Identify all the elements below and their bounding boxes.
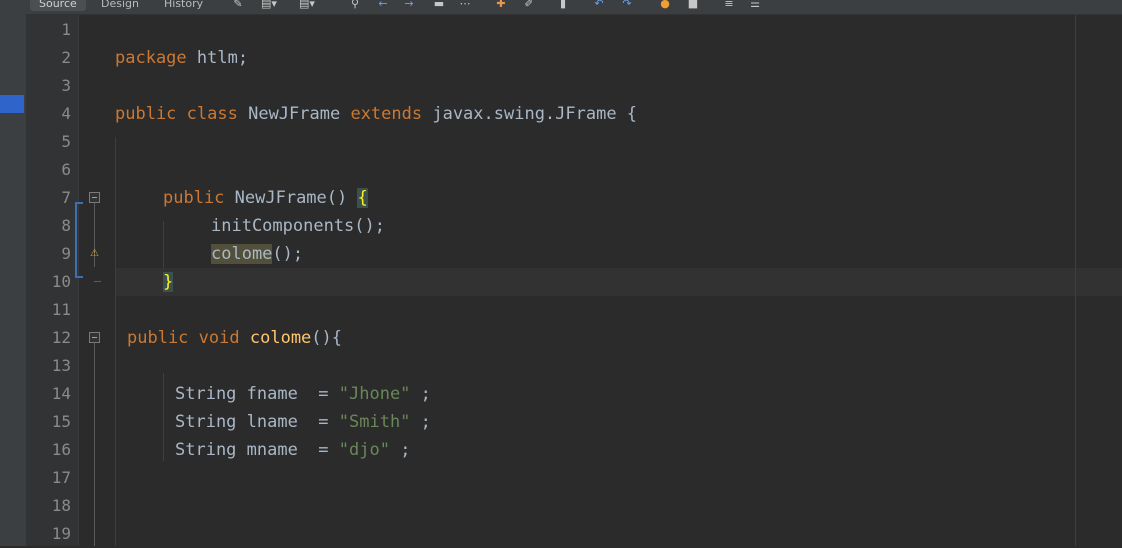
keyword: extends (350, 104, 423, 124)
code-line-8: initComponents(); (211, 212, 385, 240)
code-line-12: public void colome(){ (127, 324, 342, 352)
line-number: 3 (61, 76, 71, 95)
code-text: initComponents(); (211, 216, 385, 236)
code-line-7: public NewJFrame() { (163, 184, 368, 212)
code-text: ; (389, 440, 411, 460)
line-number: 9 (61, 244, 71, 263)
find-previous-icon[interactable]: ← (376, 0, 390, 10)
line-number: 4 (61, 104, 71, 123)
line-number: 8 (61, 216, 71, 235)
keyword: public (127, 328, 189, 348)
string-literal: "djo" (338, 440, 390, 460)
string-literal: "Smith" (338, 412, 411, 432)
line-number: 13 (51, 356, 71, 375)
code-text: (); (272, 244, 304, 264)
tab-source[interactable]: Source (30, 0, 86, 11)
code-text: htlm; (186, 48, 249, 68)
indent-guide (163, 373, 164, 461)
line-number: 18 (51, 496, 71, 515)
code-editor[interactable]: package htlm; public class NewJFrame ext… (78, 15, 1122, 546)
list-icon[interactable]: ☰ (748, 0, 762, 10)
comment-icon[interactable]: ↷ (620, 0, 634, 10)
line-number: 12 (51, 328, 71, 347)
format-icon[interactable]: ≡ (722, 0, 736, 10)
uncomment-icon[interactable]: ● (658, 0, 672, 10)
code-text: String mname = (175, 440, 339, 460)
line-number: 15 (51, 412, 71, 431)
line-number: 11 (51, 300, 71, 319)
code-line-2: package htlm; (115, 44, 248, 72)
vcs-change-marker[interactable] (75, 202, 77, 278)
matching-brace: } (163, 272, 174, 292)
method-name: colome (249, 328, 312, 348)
code-text: (){ (311, 328, 343, 348)
start-macro-icon[interactable]: ▮ (556, 0, 570, 10)
forward-dropdown-icon[interactable]: ▤▾ (296, 0, 318, 10)
tab-design[interactable]: Design (92, 0, 148, 11)
code-text: String fname = (175, 384, 339, 404)
code-line-16: String mname = "djo" ; (175, 436, 410, 464)
code-text: ; (410, 412, 431, 432)
selected-panel-marker[interactable] (0, 95, 24, 113)
right-margin-guide (1075, 15, 1076, 546)
line-number: 19 (51, 524, 71, 543)
keyword: class (186, 104, 238, 124)
last-edit-icon[interactable]: ✎ (231, 0, 245, 10)
keyword: public (163, 188, 225, 208)
string-literal: "Jhone" (338, 384, 411, 404)
code-line-9: colome(); (211, 240, 303, 268)
line-number: 16 (51, 440, 71, 459)
code-line-14: String fname = "Jhone" ; (175, 380, 431, 408)
shift-line-right-icon[interactable]: ✐ (522, 0, 536, 10)
tab-history[interactable]: History (155, 0, 212, 11)
shift-line-left-icon[interactable]: ✚ (494, 0, 508, 10)
line-number: 1 (61, 20, 71, 39)
code-line-15: String lname = "Smith" ; (175, 408, 431, 436)
toggle-rectangular-selection-icon[interactable]: ⋯ (458, 0, 472, 10)
keyword: package (115, 48, 187, 68)
indent-guide (115, 137, 116, 546)
editor-toolbar: Source Design History ✎ ▤▾ ▤▾ ⚲ ← → ▬ ⋯ … (26, 0, 1122, 15)
line-number: 17 (51, 468, 71, 487)
stop-macro-icon[interactable]: ↶ (592, 0, 606, 10)
indent-guide (163, 221, 164, 269)
line-number: 5 (61, 132, 71, 151)
line-number: 10 (51, 272, 71, 291)
find-icon[interactable]: ⚲ (348, 0, 362, 10)
toggle-highlight-icon[interactable]: ▬ (432, 0, 446, 10)
find-next-icon[interactable]: → (402, 0, 416, 10)
code-text: ; (410, 384, 431, 404)
line-number: 6 (61, 160, 71, 179)
code-line-10: } (163, 268, 174, 296)
run-macro-icon[interactable]: ■ (686, 0, 700, 10)
code-line-4: public class NewJFrame extends javax.swi… (115, 100, 637, 128)
line-number: 7 (61, 188, 71, 207)
line-number: 2 (61, 48, 71, 67)
code-text: javax.swing.JFrame { (422, 104, 638, 124)
occurrence-highlight: colome (211, 244, 273, 264)
line-number-gutter: 1 2 3 4 5 6 7 8 9 10 11 12 13 14 15 16 1… (26, 15, 101, 546)
line-number: 14 (51, 384, 71, 403)
keyword: public (115, 104, 177, 124)
keyword: void (198, 328, 240, 348)
code-text: NewJFrame() (224, 188, 358, 208)
left-panel-strip (0, 0, 27, 546)
back-dropdown-icon[interactable]: ▤▾ (258, 0, 280, 10)
code-text: NewJFrame (237, 104, 351, 124)
code-text: String lname = (175, 412, 339, 432)
matching-brace: { (357, 188, 368, 208)
current-line-highlight (115, 268, 1122, 296)
